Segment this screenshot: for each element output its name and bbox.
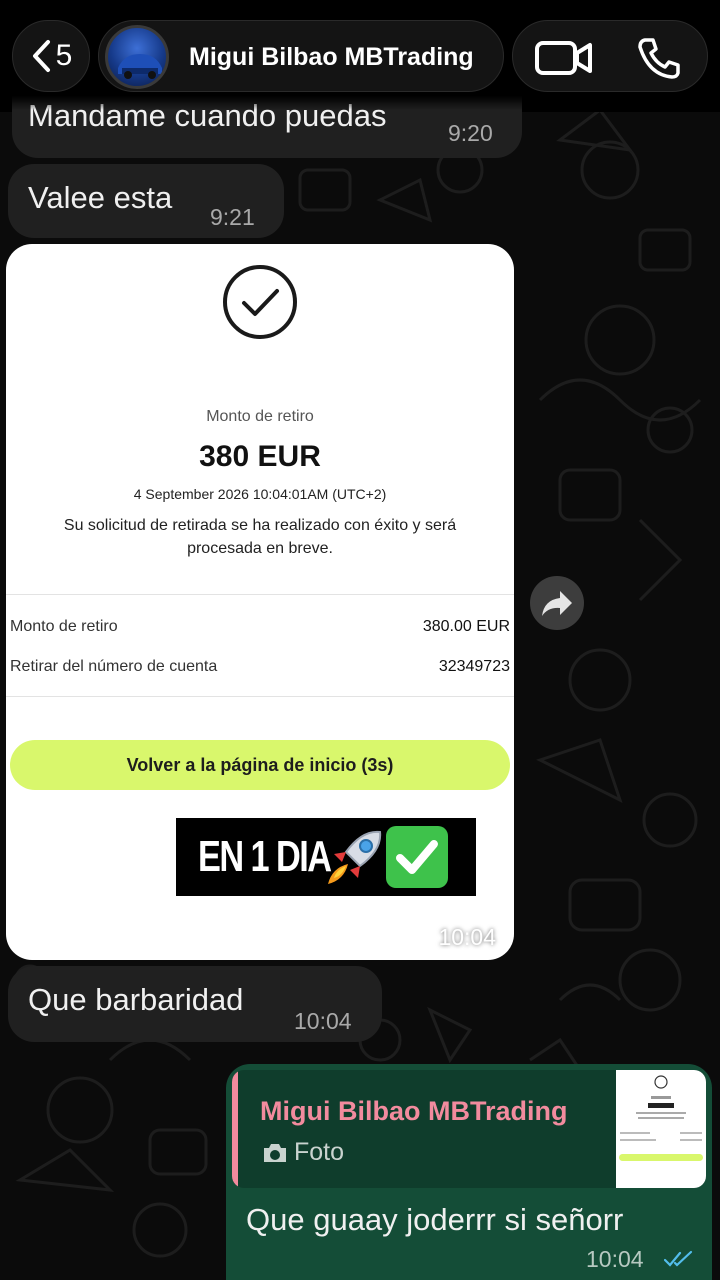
quoted-thumbnail — [616, 1070, 706, 1188]
header-fade — [0, 96, 720, 110]
row-label: Monto de retiro — [10, 618, 118, 635]
receipt-date: 4 September 2026 10:04:01AM (UTC+2) — [133, 486, 387, 502]
home-page-button: Volver a la página de inicio (3s) — [10, 740, 510, 790]
receipt-amount: 380 EUR — [199, 440, 321, 473]
row-value: 380.00 EUR — [422, 618, 510, 635]
camera-icon — [264, 1144, 286, 1162]
quoted-type: Foto — [294, 1138, 345, 1166]
checkmark-circle-icon — [223, 265, 297, 339]
receipt-description: Su solicitud de retirada se ha realizado… — [63, 517, 457, 557]
contact-name: Migui Bilbao MBTrading — [189, 43, 474, 71]
promo-banner: EN 1 DIA — [176, 818, 476, 896]
quoted-message[interactable]: Migui Bilbao MBTrading Foto — [232, 1070, 706, 1188]
quote-accent-bar — [232, 1070, 238, 1188]
banner-text: EN 1 DIA — [198, 832, 332, 881]
contact-info[interactable]: Migui Bilbao MBTrading — [98, 20, 504, 92]
forward-icon — [542, 591, 572, 616]
receipt-title: Monto de retiro — [206, 408, 314, 425]
unread-count: 5 — [55, 39, 73, 72]
divider — [6, 594, 514, 595]
incoming-message[interactable]: Valee esta 9:21 — [8, 164, 284, 238]
forward-button[interactable] — [530, 576, 584, 630]
message-text: Que barbaridad — [28, 982, 244, 1017]
chevron-left-icon — [32, 40, 50, 72]
message-text: Valee esta — [28, 180, 173, 215]
quoted-sender: Migui Bilbao MBTrading — [260, 1096, 568, 1126]
message-time: 10:04 — [294, 1008, 352, 1034]
outgoing-message[interactable]: Migui Bilbao MBTrading Foto Que guaay jo… — [226, 1064, 712, 1280]
video-call-icon[interactable] — [535, 39, 593, 77]
car-avatar-image — [118, 54, 162, 79]
message-text: Que guaay joderrr si señorr — [246, 1202, 624, 1237]
divider — [6, 696, 514, 697]
check-mark-button-icon — [386, 826, 448, 888]
message-time: 10:04 — [586, 1246, 644, 1272]
row-label: Retirar del número de cuenta — [10, 658, 218, 675]
message-time: 9:20 — [448, 120, 493, 146]
image-message[interactable]: Monto de retiro 380 EUR 4 September 2026… — [6, 244, 514, 960]
incoming-message[interactable]: Que barbaridad 10:04 — [8, 966, 382, 1042]
back-button[interactable]: 5 — [12, 20, 90, 92]
message-time: 9:21 — [210, 204, 255, 230]
row-value: 32349723 — [438, 658, 510, 675]
call-actions — [512, 20, 708, 92]
avatar[interactable] — [105, 25, 169, 89]
rocket-icon — [328, 830, 382, 884]
phone-icon[interactable] — [637, 37, 681, 79]
message-time: 10:04 — [438, 924, 496, 950]
double-check-icon — [664, 1250, 693, 1267]
